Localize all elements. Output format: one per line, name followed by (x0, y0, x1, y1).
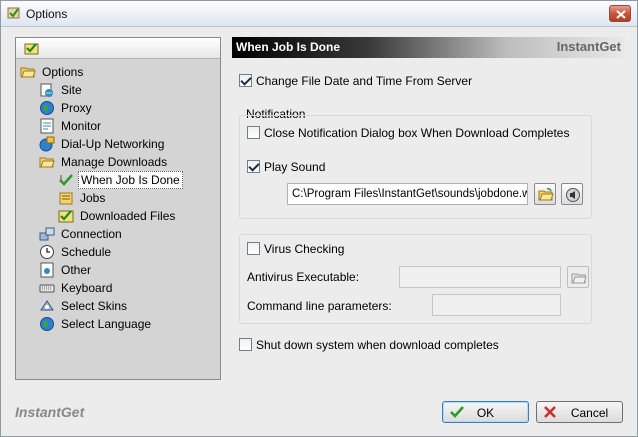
other-icon (40, 262, 54, 278)
checked-folder-icon (58, 210, 74, 223)
site-icon (40, 83, 53, 97)
tree-item-label: Site (61, 83, 82, 97)
title-bar[interactable]: Options (1, 1, 637, 27)
checked-folder-icon (24, 43, 39, 55)
play-sound-button[interactable] (561, 183, 583, 205)
arrow-check-icon (59, 174, 73, 186)
play-sound-label: Play Sound (264, 160, 326, 174)
folder-open-icon (39, 157, 55, 168)
app-icon (7, 7, 20, 19)
section-brand: InstantGet (556, 39, 621, 54)
change-file-date-label: Change File Date and Time From Server (256, 74, 473, 88)
ok-button[interactable]: OK (442, 401, 529, 423)
antivirus-executable-input[interactable] (399, 266, 561, 288)
globe-icon (40, 317, 54, 331)
browse-antivirus-button[interactable] (567, 266, 589, 288)
keyboard-icon (39, 284, 55, 293)
globe-icon (40, 101, 54, 115)
tree-item-label: Select Language (61, 317, 152, 331)
tree-item-label: Schedule (61, 245, 112, 259)
monitor-icon (40, 118, 54, 134)
shutdown-label: Shut down system when download completes (256, 338, 499, 352)
tree-item-label: Dial-Up Networking (61, 137, 165, 151)
tree-item-label: Monitor (61, 119, 102, 133)
command-line-label: Command line parameters: (247, 299, 392, 313)
browse-sound-button[interactable] (534, 183, 556, 205)
tree-item-label: When Job Is Done (78, 171, 183, 189)
options-tree[interactable]: Options Site Proxy Monitor Dial-Up Netwo… (15, 37, 221, 380)
virus-checking-label: Virus Checking (264, 242, 345, 256)
section-title: When Job Is Done (236, 40, 341, 54)
tree-item-label: Options (42, 65, 84, 79)
change-file-date-checkbox[interactable] (239, 74, 252, 87)
section-header: When Job Is Done InstantGet (232, 37, 625, 58)
jobs-icon (59, 192, 73, 205)
close-notification-label: Close Notification Dialog box When Downl… (264, 126, 570, 140)
sound-path-input[interactable]: C:\Program Files\InstantGet\sounds\jobdo… (287, 183, 528, 205)
tree-item-label: Jobs (80, 191, 106, 205)
folder-open-icon (538, 188, 554, 201)
skins-icon (40, 300, 54, 311)
virus-checking-checkbox[interactable] (247, 242, 260, 255)
options-window: Options Options Site Proxy Monitor Dial-… (0, 0, 638, 437)
cancel-label: Cancel (570, 406, 609, 420)
command-line-input[interactable] (432, 294, 561, 316)
antivirus-executable-label: Antivirus Executable: (247, 270, 360, 284)
cancel-button[interactable]: Cancel (536, 401, 623, 423)
close-button[interactable] (609, 5, 631, 22)
clock-icon (40, 245, 54, 259)
dialup-icon (39, 136, 55, 152)
tree-item-label: Manage Downloads (61, 155, 168, 169)
play-sound-checkbox[interactable] (247, 160, 260, 173)
speaker-icon (566, 188, 580, 202)
tree-item-label: Downloaded Files (80, 209, 176, 223)
shutdown-checkbox[interactable] (239, 338, 252, 351)
close-icon (616, 10, 626, 19)
tree-item-label: Proxy (61, 101, 92, 115)
footer-brand: InstantGet (15, 404, 85, 420)
connection-icon (39, 227, 55, 241)
tree-item-label: Keyboard (61, 281, 113, 295)
folder-open-icon (571, 273, 587, 284)
tree-header (16, 38, 220, 59)
tree-item-label: Connection (61, 227, 122, 241)
tree-item-label: Other (61, 263, 92, 277)
tree-item-label: Select Skins (61, 299, 128, 313)
window-title: Options (26, 7, 68, 21)
close-notification-checkbox[interactable] (247, 126, 260, 139)
ok-label: OK (476, 406, 495, 420)
folder-open-icon (20, 67, 36, 78)
